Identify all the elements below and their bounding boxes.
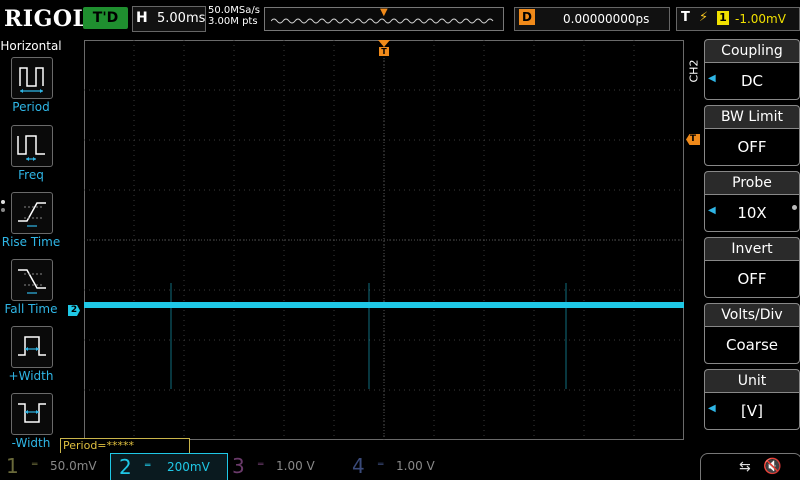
- rise-time-icon: [11, 192, 53, 234]
- measure-menu-title: Horizontal: [0, 39, 62, 53]
- unit-value: [V]: [704, 392, 800, 430]
- fall-time-icon: [11, 259, 53, 301]
- ch3-scale: 1.00 V: [276, 459, 315, 473]
- measure-rise-time-label: Rise Time: [1, 235, 61, 249]
- memory-overview[interactable]: ▼: [264, 7, 504, 31]
- bw-limit-softkey[interactable]: BW Limit OFF: [704, 105, 800, 167]
- delay-box[interactable]: D 0.00000000ps: [514, 7, 670, 31]
- ch1-number: 1: [6, 454, 19, 478]
- bw-limit-value: OFF: [704, 128, 800, 166]
- measure-neg-width-button[interactable]: -Width: [0, 393, 62, 457]
- trigger-level-marker[interactable]: T: [686, 134, 700, 145]
- measure-menu: Horizontal Period Freq Rise Time Fall Ti…: [0, 37, 62, 451]
- ch4-number: 4: [352, 454, 365, 478]
- memory-waveform: [271, 18, 494, 24]
- bw-limit-title: BW Limit: [704, 105, 800, 128]
- measurement-readout: Period=*****: [60, 438, 190, 454]
- top-status-bar: RIGOL T'D H 5.00ms 50.0MSa/s 3.00M pts ▼…: [0, 0, 800, 36]
- unit-title: Unit: [704, 369, 800, 392]
- trigger-label: T: [681, 10, 690, 25]
- probe-softkey[interactable]: Probe 10X ◀: [704, 171, 800, 233]
- measure-fall-time-button[interactable]: Fall Time: [0, 259, 62, 323]
- left-page-indicator: [1, 200, 6, 216]
- trigger-position-marker: T: [378, 40, 390, 56]
- trigger-position-label: T: [379, 47, 389, 56]
- ch2-trace: [84, 302, 684, 308]
- memory-depth: 3.00M pts: [208, 16, 258, 27]
- system-status: ⇆ 🔇: [700, 453, 800, 480]
- ch4-status[interactable]: 4 ═ 1.00 V: [352, 453, 462, 479]
- timebase-box[interactable]: H 5.00ms: [132, 6, 206, 32]
- probe-value: 10X: [704, 194, 800, 232]
- sample-rate: 50.0MSa/s: [208, 5, 260, 16]
- ch3-number: 3: [232, 454, 245, 478]
- measure-freq-button[interactable]: Freq: [0, 125, 62, 189]
- measure-fall-time-label: Fall Time: [4, 302, 58, 316]
- freq-icon: [11, 125, 53, 167]
- probe-title: Probe: [704, 171, 800, 194]
- ch3-coupling-icon: ═: [258, 460, 264, 470]
- ch1-status[interactable]: 1 ═ 50.0mV: [6, 453, 106, 479]
- probe-arrow-icon: ◀: [708, 205, 716, 216]
- ch3-status[interactable]: 3 ═ 1.00 V: [232, 453, 342, 479]
- unit-arrow-icon: ◀: [708, 403, 716, 414]
- measure-pos-width-button[interactable]: +Width: [0, 326, 62, 390]
- graticule: [84, 40, 684, 440]
- ch2-coupling-icon: ═: [145, 461, 151, 471]
- period-icon: [11, 57, 53, 99]
- coupling-title: Coupling: [704, 39, 800, 62]
- pos-width-icon: [11, 326, 53, 368]
- channel-menu-label: CH2: [687, 59, 701, 83]
- ch2-scale: 200mV: [167, 460, 210, 474]
- ch2-number: 2: [119, 455, 132, 479]
- coupling-arrow-icon: ◀: [708, 73, 716, 84]
- ch4-scale: 1.00 V: [396, 459, 435, 473]
- invert-value: OFF: [704, 260, 800, 298]
- ch1-coupling-icon: ═: [32, 460, 38, 470]
- acquisition-info: 50.0MSa/s 3.00M pts: [208, 5, 260, 27]
- channel-status-bar: 1 ═ 50.0mV 2 ═ 200mV 3 ═ 1.00 V 4 ═ 1.00…: [0, 453, 800, 480]
- delay-value: 0.00000000ps: [563, 12, 650, 26]
- run-state-badge[interactable]: T'D: [83, 7, 128, 29]
- waveform-display[interactable]: [84, 40, 684, 440]
- ch2-offset-marker[interactable]: 2: [68, 305, 80, 316]
- right-page-indicator: [792, 205, 797, 210]
- measure-period-button[interactable]: Period: [0, 57, 62, 121]
- measure-rise-time-button[interactable]: Rise Time: [0, 192, 62, 256]
- coupling-value: DC: [704, 62, 800, 100]
- coupling-softkey[interactable]: Coupling DC ◀: [704, 39, 800, 101]
- measure-pos-width-label: +Width: [8, 369, 54, 383]
- ch4-coupling-icon: ═: [378, 460, 384, 470]
- unit-softkey[interactable]: Unit [V] ◀: [704, 369, 800, 431]
- usb-icon: ⇆: [739, 459, 751, 475]
- volts-div-title: Volts/Div: [704, 303, 800, 326]
- ch1-scale: 50.0mV: [50, 459, 97, 473]
- trigger-box[interactable]: T ⚡ 1 -1.00mV: [676, 7, 800, 31]
- ch2-status[interactable]: 2 ═ 200mV: [110, 453, 228, 480]
- invert-title: Invert: [704, 237, 800, 260]
- trigger-level: -1.00mV: [735, 12, 786, 26]
- delay-label: D: [519, 9, 535, 25]
- trigger-source: 1: [717, 11, 729, 25]
- invert-softkey[interactable]: Invert OFF: [704, 237, 800, 299]
- measure-neg-width-label: -Width: [11, 436, 51, 450]
- volts-div-softkey[interactable]: Volts/Div Coarse: [704, 303, 800, 365]
- volts-div-value: Coarse: [704, 326, 800, 364]
- measure-period-label: Period: [12, 100, 50, 114]
- timebase-value: 5.00ms: [157, 11, 206, 26]
- speaker-muted-icon[interactable]: 🔇: [763, 457, 782, 475]
- channel-menu: Coupling DC ◀ BW Limit OFF Probe 10X ◀ I…: [704, 37, 800, 451]
- measure-freq-label: Freq: [18, 168, 44, 182]
- brand-logo: RIGOL: [4, 6, 89, 32]
- neg-width-icon: [11, 393, 53, 435]
- horizontal-label: H: [136, 10, 148, 26]
- rising-edge-icon: ⚡: [699, 10, 709, 25]
